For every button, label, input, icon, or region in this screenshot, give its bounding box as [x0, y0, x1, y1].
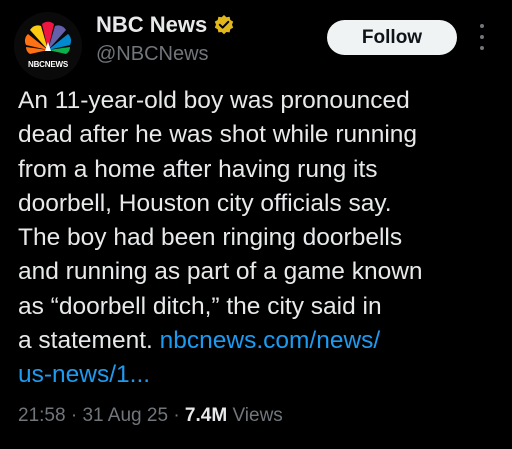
- dot: [480, 35, 484, 39]
- tweet-meta: 21:58 · 31 Aug 25 · 7.4M Views: [18, 404, 283, 428]
- timestamp-time[interactable]: 21:58: [18, 405, 66, 426]
- verified-badge-icon[interactable]: [213, 14, 235, 36]
- views-count[interactable]: 7.4M: [185, 405, 227, 426]
- separator: ·: [70, 405, 78, 426]
- follow-button[interactable]: Follow: [327, 20, 457, 55]
- nbc-peacock-icon: [24, 21, 72, 54]
- name-row: NBC News: [96, 12, 235, 38]
- dot: [480, 46, 484, 50]
- tweet: NBCNEWS NBC News @NBCNews Follow An 11-y…: [0, 0, 512, 449]
- user-handle[interactable]: @NBCNews: [96, 42, 209, 66]
- avatar[interactable]: NBCNEWS: [14, 12, 82, 80]
- separator: ·: [173, 405, 180, 426]
- avatar-label: NBCNEWS: [28, 60, 68, 69]
- more-options-icon[interactable]: [474, 24, 490, 50]
- tweet-body: An 11-year-old boy was pronounced dead a…: [18, 87, 423, 355]
- timestamp-date[interactable]: 31 Aug 25: [82, 405, 168, 426]
- display-name[interactable]: NBC News: [96, 12, 207, 38]
- tweet-text: An 11-year-old boy was pronounced dead a…: [18, 84, 498, 393]
- dot: [480, 24, 484, 28]
- views-label: Views: [232, 405, 283, 426]
